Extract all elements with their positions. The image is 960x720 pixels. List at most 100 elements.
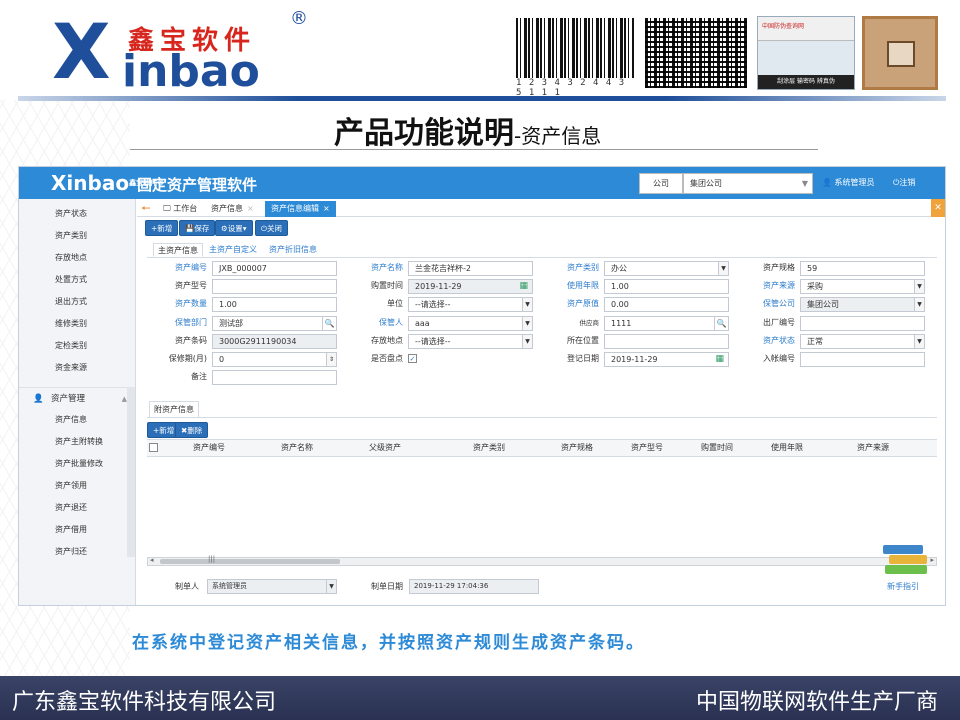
calendar-icon[interactable]: ▦ (715, 354, 724, 365)
sidebar-item-asset-checkout[interactable]: 资产领用 (19, 475, 135, 497)
scroll-grip-icon: ||| (208, 555, 216, 563)
years-field[interactable]: 1.00 (604, 279, 729, 294)
asset-no-field[interactable]: JXB_000007 (212, 261, 337, 276)
attached-grid-scrollbar[interactable]: ◂ ||| ▸ (147, 555, 937, 566)
sidebar-item-asset-info[interactable]: 资产信息 (19, 409, 135, 431)
model-field[interactable] (212, 279, 337, 294)
asset-spec-field[interactable]: 59 (800, 261, 925, 276)
sidebar-scrollbar[interactable] (127, 387, 135, 557)
location-field[interactable] (604, 334, 729, 349)
calendar-icon[interactable]: ▦ (519, 281, 528, 292)
model-label: 资产型号 (175, 281, 207, 290)
tab-asset-edit[interactable]: 资产信息编辑 × (265, 201, 336, 217)
tab-workbench[interactable]: 🖵 工作台 (157, 201, 203, 217)
books-icon[interactable] (881, 543, 931, 577)
sidebar: 资产状态 资产类别 存放地点 处置方式 退出方式 维修类别 定检类别 资金来源 … (19, 199, 136, 605)
sidebar-item-asset-borrow[interactable]: 资产借用 (19, 519, 135, 541)
keeper-select[interactable]: aaa ▼ (408, 316, 533, 331)
col-asset-spec[interactable]: 资产规格 (561, 440, 593, 456)
attached-assets-tab[interactable]: 附资产信息 (149, 401, 199, 417)
scroll-thumb[interactable] (160, 559, 340, 564)
attached-delete-button[interactable]: ✖删除 (175, 422, 209, 438)
sidebar-item-asset-return[interactable]: 资产退还 (19, 497, 135, 519)
barcode-label: 资产条码 (175, 336, 207, 345)
remark-field[interactable] (212, 370, 337, 385)
subtab-custom[interactable]: 主资产自定义 (209, 243, 257, 257)
barcode-field[interactable]: 3000G2911190034 (212, 334, 337, 349)
asset-name-label: 资产名称 (371, 263, 403, 272)
close-all-icon[interactable]: ✕ (931, 199, 945, 217)
sidebar-item-disposal[interactable]: 处置方式 (19, 269, 135, 291)
save-button[interactable]: 💾保存 (179, 220, 216, 236)
qty-field[interactable]: 1.00 (212, 297, 337, 312)
col-years[interactable]: 使用年限 (771, 440, 803, 456)
sidebar-item-fund-source[interactable]: 资金来源 (19, 357, 135, 379)
settings-button[interactable]: ⚙设置▾ (215, 220, 253, 236)
sidebar-item-storage-place[interactable]: 存放地点 (19, 247, 135, 269)
orig-value-field[interactable]: 0.00 (604, 297, 729, 312)
scroll-left-icon[interactable]: ◂ (150, 556, 154, 564)
maker-select[interactable]: 系统管理员 ▼ (207, 579, 337, 594)
close-icon[interactable]: × (323, 204, 330, 213)
account-no-field[interactable] (800, 352, 925, 367)
status-value: 正常 (807, 337, 823, 346)
sidebar-item-asset-type[interactable]: 资产类别 (19, 225, 135, 247)
sidebar-item-asset-status[interactable]: 资产状态 (19, 203, 135, 225)
admin-label: 系统管理员 (834, 178, 875, 187)
sidebar-item-main-sub-convert[interactable]: 资产主附转换 (19, 431, 135, 453)
chevron-down-icon: ▼ (914, 335, 924, 348)
search-icon[interactable]: 🔍 (714, 317, 728, 330)
buy-date-field[interactable]: 2019-11-29 ▦ (408, 279, 533, 294)
company-select[interactable]: 集团公司 ▼ (683, 173, 813, 194)
logout-button[interactable]: ⏻注销 (893, 177, 915, 188)
search-icon[interactable]: 🔍 (322, 317, 336, 330)
tab-asset-info[interactable]: 资产信息 × (205, 201, 260, 217)
col-asset-name[interactable]: 资产名称 (281, 440, 313, 456)
col-asset-no[interactable]: 资产编号 (193, 440, 225, 456)
col-buy-date[interactable]: 购置时间 (701, 440, 733, 456)
keep-company-select[interactable]: 集团公司 ▼ (800, 297, 925, 312)
asset-type-select[interactable]: 办公 ▼ (604, 261, 729, 276)
factory-no-field[interactable] (800, 316, 925, 331)
make-date-field[interactable]: 2019-11-29 17:04:36 (409, 579, 539, 594)
admin-user[interactable]: 👤 系统管理员 (822, 177, 875, 188)
supplier-field[interactable]: 1111 🔍 (604, 316, 729, 331)
place-value: --请选择-- (415, 337, 451, 346)
close-icon[interactable]: × (247, 204, 254, 213)
add-button[interactable]: +新增 (145, 220, 179, 236)
sidebar-item-repair-type[interactable]: 维修类别 (19, 313, 135, 335)
reg-date-value: 2019-11-29 (611, 355, 658, 364)
sidebar-group-asset-management[interactable]: 👤 资产管理 ▲ (19, 387, 135, 409)
app-topbar: Xinbao鑫宝软件® 固定资产管理软件 公司 集团公司 ▼ 👤 系统管理员 ⏻注… (19, 167, 945, 199)
place-select[interactable]: --请选择-- ▼ (408, 334, 533, 349)
close-button[interactable]: ⏻关闭 (255, 220, 288, 236)
back-arrow-icon[interactable]: 🠔 (141, 200, 151, 219)
scroll-right-icon[interactable]: ▸ (930, 556, 934, 564)
warranty-field[interactable]: 0 ⇕ (212, 352, 337, 367)
col-asset-type[interactable]: 资产类别 (473, 440, 505, 456)
source-select[interactable]: 采购 ▼ (800, 279, 925, 294)
col-parent-asset[interactable]: 父级资产 (369, 440, 401, 456)
beginner-guide-link[interactable]: 新手指引 (887, 581, 919, 592)
sidebar-item-batch-edit[interactable]: 资产批量修改 (19, 453, 135, 475)
subtab-main-info[interactable]: 主资产信息 (153, 243, 203, 257)
subtab-divider (147, 257, 937, 258)
sidebar-item-exit-method[interactable]: 退出方式 (19, 291, 135, 313)
unit-value: --请选择-- (415, 300, 451, 309)
col-asset-model[interactable]: 资产型号 (631, 440, 663, 456)
checked-checkbox[interactable]: ✓ (408, 354, 417, 363)
supplier-value: 1111 (611, 319, 632, 328)
sidebar-item-asset-giveback[interactable]: 资产归还 (19, 541, 135, 563)
status-select[interactable]: 正常 ▼ (800, 334, 925, 349)
sidebar-item-inspection-type[interactable]: 定检类别 (19, 335, 135, 357)
keep-dept-field[interactable]: 测试部 🔍 (212, 316, 337, 331)
barcode-number: 1 2 3 4 3 2 4 4 3 5 1 1 1 (516, 78, 626, 98)
select-all-checkbox[interactable] (149, 443, 158, 452)
reg-date-field[interactable]: 2019-11-29 ▦ (604, 352, 729, 367)
unit-select[interactable]: --请选择-- ▼ (408, 297, 533, 312)
asset-name-field[interactable]: 兰金花吉祥杯-2 (408, 261, 533, 276)
stepper-icon[interactable]: ⇕ (326, 353, 336, 366)
col-source[interactable]: 资产来源 (857, 440, 889, 456)
anti-fake-label: 中国防伪查询网 刮涂层 输密码 辨真伪 (757, 16, 855, 90)
subtab-depreciation[interactable]: 资产折旧信息 (269, 243, 317, 257)
